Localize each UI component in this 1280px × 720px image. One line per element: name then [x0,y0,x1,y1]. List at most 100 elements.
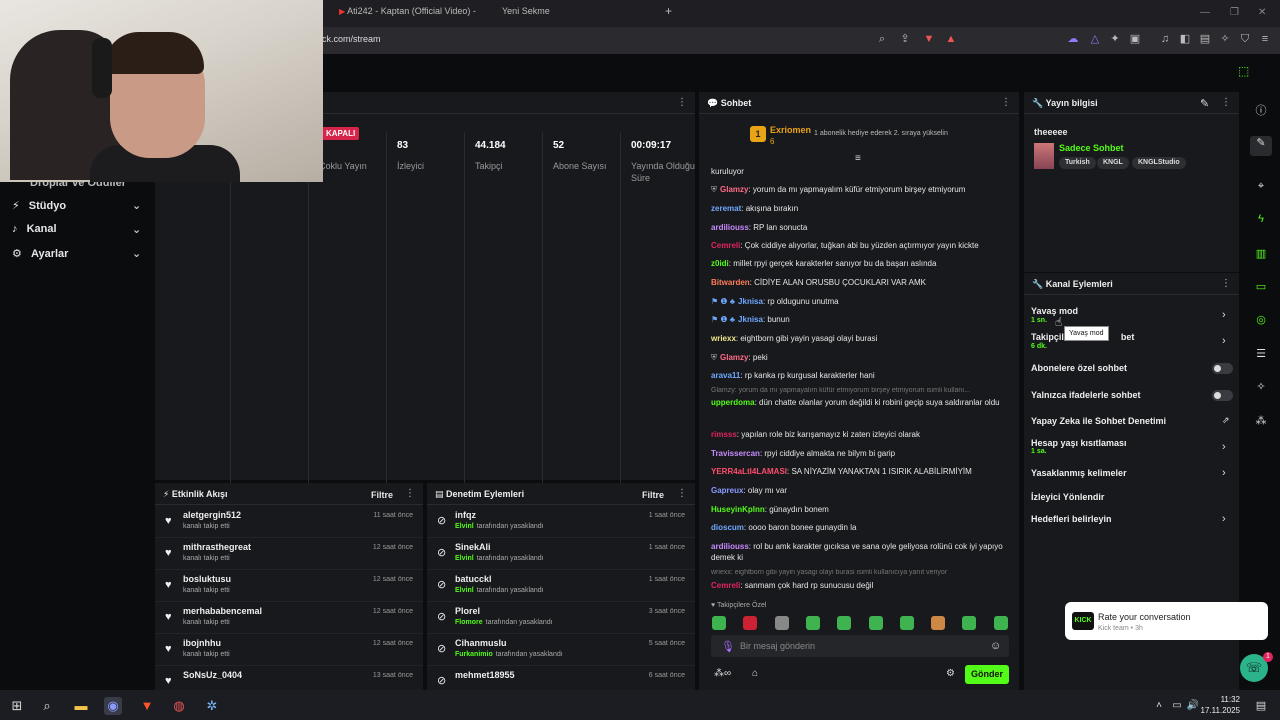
emote-icon[interactable] [899,616,914,630]
windows-start-icon[interactable]: ⊞ [8,697,26,715]
kick-points-icon[interactable]: ⁂∞ [714,668,731,679]
edit-pencil-icon[interactable]: ✎ [1250,136,1272,156]
chevron-right-icon[interactable]: › [1222,513,1226,525]
goals-row[interactable]: Hedefleri belirleyin [1031,514,1112,524]
filter-button[interactable]: Filtre [371,490,393,500]
url-field[interactable]: ck.com/stream [322,34,381,44]
clock-time[interactable]: 11:32 [1200,695,1240,704]
banned-username[interactable]: batucckl [455,574,492,584]
notifications-icon[interactable]: ▤ [1252,697,1270,715]
chat-message[interactable]: HuseyinKplnn: günaydın bonem [711,504,1011,515]
kebab-menu-icon[interactable]: ⋮ [1221,97,1231,108]
chat-message[interactable]: Bitwarden: CİDİYE ALAN ORUSBU ÇOCUKLARI … [711,277,1011,288]
chat-message[interactable]: z0idi: millet rpyi gerçek karakterler sa… [711,258,1011,269]
event-username[interactable]: mithrasthegreat [183,542,251,552]
kebab-menu-icon[interactable]: ⋮ [1221,278,1231,289]
activity-event[interactable]: ♥ mithrasthegreat kanalı takip etti 12 saat… [155,538,423,570]
chat-username[interactable]: Jknisa [738,297,763,306]
filter-button[interactable]: Filtre [642,490,664,500]
lightning-icon[interactable]: ϟ [1254,213,1268,227]
tray-chevron-icon[interactable]: ˄ [1150,697,1168,715]
close-window-icon[interactable]: ✕ [1258,7,1266,18]
chat-username[interactable]: Cemreli [711,241,740,250]
chat-username[interactable]: arava11 [711,371,740,380]
obs-icon[interactable]: ◍ [170,697,188,715]
wallet-triangle-icon[interactable]: △ [1088,32,1102,46]
event-username[interactable]: SoNsUz_0404 [183,670,242,680]
chat-username[interactable]: ardiliouss [711,223,749,232]
microphone-icon[interactable]: 🎙 [721,640,735,653]
browser-tab-new[interactable]: Yeni Sekme [502,6,550,22]
wallet-icon[interactable]: ▤ [1198,32,1212,46]
kick-logo-icon[interactable]: ⬚ [1238,64,1256,79]
app-icon[interactable]: ✲ [203,697,221,715]
extensions-icon[interactable]: ✦ [1108,32,1122,46]
activity-event[interactable]: ♥ SoNsUz_0404 13 saat önce [155,666,423,690]
category-name[interactable]: Sadece Sohbet [1059,143,1124,153]
emote-icon[interactable] [774,616,789,630]
chat-message[interactable]: kuruluyor [711,166,1011,177]
share-icon[interactable]: ⇪ [898,32,912,46]
chat-bubble-icon[interactable]: ▭ [1254,280,1268,294]
chat-username[interactable]: rimsss [711,430,737,439]
category-thumbnail[interactable] [1034,143,1054,169]
chat-username[interactable]: zeremat [711,204,741,213]
event-username[interactable]: bosluktusu [183,574,231,584]
edit-pencil-icon[interactable]: ✎ [1200,97,1209,110]
chevron-right-icon[interactable]: › [1222,335,1226,347]
clock-date[interactable]: 17.11.2025 [1196,706,1240,715]
chat-message[interactable]: dioscum: oooo baron bonee gunaydin la [711,522,1011,533]
brave-icon[interactable]: ▼ [138,697,156,715]
chat-username[interactable]: HuseyinKplnn [711,505,765,514]
chevron-right-icon[interactable]: › [1222,309,1226,321]
info-icon[interactable]: ⓘ [1254,102,1268,117]
pinned-user[interactable]: Exriomen [770,125,811,135]
brave-rewards-icon[interactable]: ▲ [944,32,958,46]
chat-username[interactable]: Cemreli [711,581,740,590]
chat-message[interactable]: ardiliouss: RP lan sonucta [711,222,1011,233]
banned-username[interactable]: infqz [455,510,476,520]
minimize-icon[interactable]: — [1200,7,1210,18]
emote-icon[interactable] [837,616,852,630]
emote-only-toggle[interactable] [1212,390,1233,401]
kebab-menu-icon[interactable]: ⋮ [405,488,415,499]
moderation-event[interactable]: ⊘ SinekAli Elvinl tarafından yasaklandı 1 sa… [427,538,695,570]
event-username[interactable]: ibojnhhu [183,638,221,648]
chat-username[interactable]: upperdoma [711,398,755,407]
screenshot-icon[interactable]: ▣ [1128,32,1142,46]
ai-moderation-row[interactable]: Yapay Zeka ile Sohbet Denetimi [1031,416,1166,426]
moderator-name[interactable]: Furkanimio [455,651,493,658]
emote-icon[interactable] [805,616,820,630]
sidebar-item-studio[interactable]: ⚡ Stüdyo ⌄ [12,199,141,217]
chat-username[interactable]: Glamzy [720,353,748,362]
chat-settings-icon[interactable]: ⚙ [946,668,955,679]
activity-event[interactable]: ♥ merhababencemal kanalı takip etti 12 saat… [155,602,423,634]
chat-message[interactable]: Travissercan: rpyi ciddiye almakta ne bi… [711,448,1011,459]
crosshair-icon[interactable]: ⌖ [1254,180,1268,194]
vpn-icon[interactable]: ☁ [1066,32,1080,46]
chat-message[interactable]: Gapreux: olay mı var [711,485,1011,496]
moderation-event[interactable]: ⊘ batucckl Elvinl tarafından yasaklandı 1 sa… [427,570,695,602]
chat-username[interactable]: Travissercan [711,449,760,458]
chat-username[interactable]: Bitwarden [711,278,750,287]
broadcast-icon[interactable]: ◎ [1254,313,1268,327]
file-explorer-icon[interactable]: ▬ [72,697,90,715]
chevron-right-icon[interactable]: › [1222,441,1226,453]
chevron-right-icon[interactable]: › [1222,467,1226,479]
browser-tab-video[interactable]: ▶ Ati242 - Kaptan (Official Video) - [339,6,476,22]
chat-message[interactable]: wriexx: eightborn gibi yayin yasagi olay… [711,333,1011,344]
chat-message[interactable]: upperdoma: dün chatte olanlar yorum deği… [711,397,1011,408]
sidebar-item-settings[interactable]: ⚙ Ayarlar ⌄ [12,247,141,265]
restore-icon[interactable]: ❐ [1230,7,1239,18]
sidebar-item-channel[interactable]: ♪ Kanal ⌄ [12,223,141,241]
moderator-name[interactable]: Flomore [455,619,483,626]
emoji-icon[interactable]: ☺ [990,640,1001,652]
activity-event[interactable]: ♥ bosluktusu kanalı takip etti 12 saat önce [155,570,423,602]
chat-message[interactable]: arava11: rp kanka rp kurgusal karakterle… [711,370,1011,381]
leo-ai-icon[interactable]: ✧ [1218,32,1232,46]
subscribers-only-toggle[interactable] [1212,363,1233,374]
brave-shield-icon[interactable]: ▼ [922,32,936,46]
shield-icon[interactable]: ⛉ [1238,32,1252,46]
sidebar-toggle-icon[interactable]: ◧ [1178,32,1192,46]
banned-words-row[interactable]: Yasaklanmış kelimeler [1031,468,1127,478]
